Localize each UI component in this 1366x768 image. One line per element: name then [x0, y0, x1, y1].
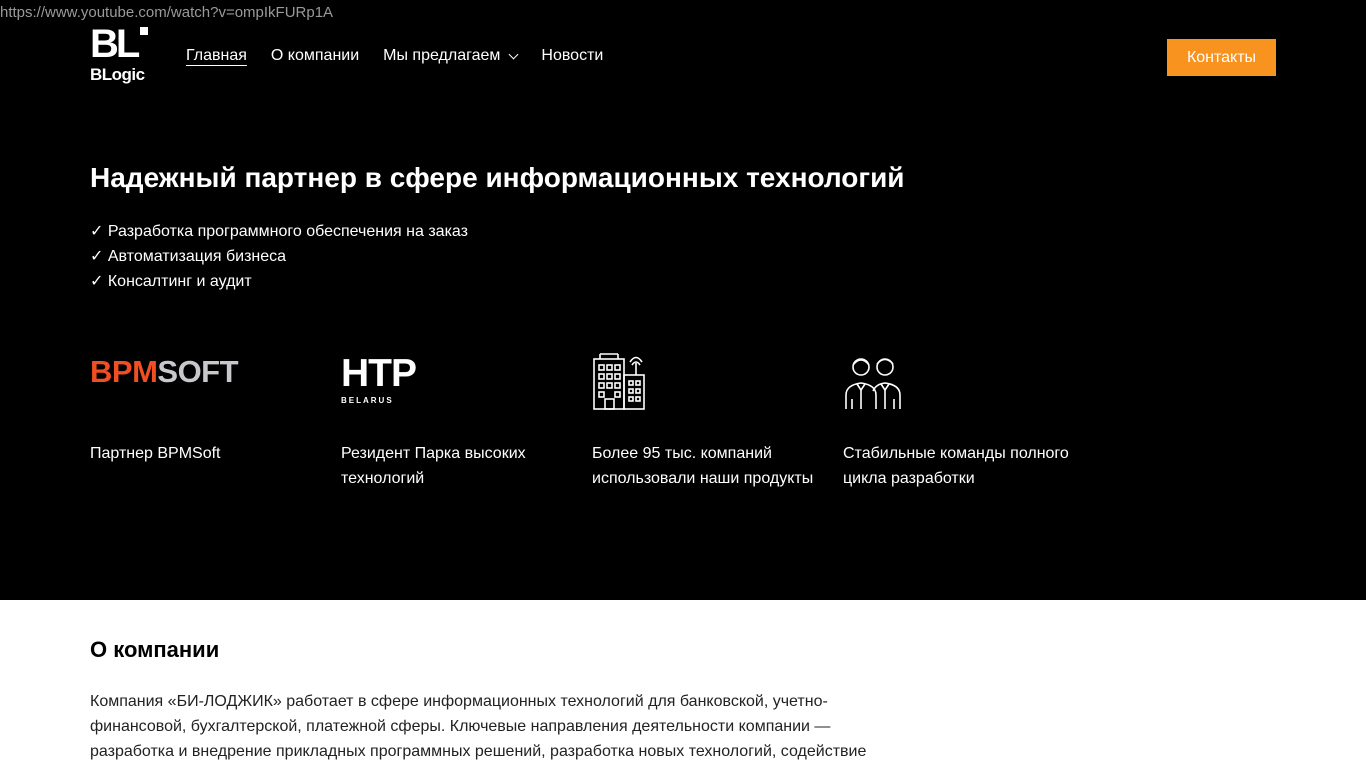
service-item: ✓ Разработка программного обеспечения на…	[90, 223, 468, 240]
nav-item-about[interactable]: О компании	[271, 47, 359, 65]
service-list: ✓ Разработка программного обеспечения на…	[90, 219, 468, 294]
site-logo[interactable]: BL BLogic	[90, 24, 152, 89]
team-people-icon	[845, 358, 901, 409]
htp-belarus-logo: HTP BELARUS	[341, 352, 417, 406]
chevron-down-icon	[508, 49, 519, 59]
about-title: О компании	[90, 637, 220, 662]
nav-item-services[interactable]: Мы предлагаем	[383, 47, 519, 65]
contacts-button[interactable]: Контакты	[1167, 39, 1276, 76]
hero-section: BL BLogic Главная О компании Мы предлага…	[0, 0, 1366, 600]
bpmsoft-logo: BPMSOFT	[90, 354, 239, 389]
nav-item-news[interactable]: Новости	[541, 47, 603, 65]
main-nav: Главная О компании Мы предлагаем Новости	[186, 47, 603, 65]
hero-title: Надежный партнер в сфере информационных …	[90, 162, 905, 193]
feature-text: Партнер BPMSoft	[90, 445, 221, 462]
feature-text: Более 95 тыс. компаний использовали наши…	[592, 445, 814, 487]
about-text: Компания «БИ-ЛОДЖИК» работает в сфере ин…	[90, 693, 867, 760]
service-item: ✓ Консалтинг и аудит	[90, 273, 252, 290]
service-item: ✓ Автоматизация бизнеса	[90, 248, 287, 265]
about-section: О компании Компания «БИ-ЛОДЖИК» работает…	[0, 600, 1366, 768]
feature-text: Стабильные команды полного цикла разрабо…	[843, 445, 1069, 487]
logo-mark: BL	[90, 24, 148, 64]
feature-text: Резидент Парка высоких технологий	[341, 445, 526, 487]
office-building-icon	[593, 353, 645, 410]
url-overlay: https://www.youtube.com/watch?v=ompIkFUR…	[0, 4, 334, 21]
nav-item-home[interactable]: Главная	[186, 47, 247, 65]
logo-wordmark: BLogic	[90, 65, 145, 84]
